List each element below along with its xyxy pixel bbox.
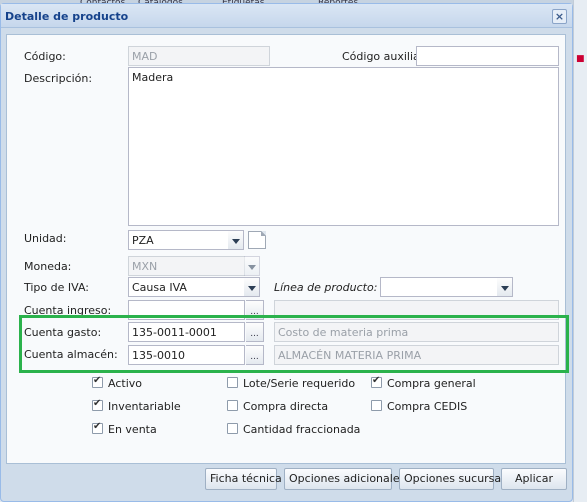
linea-producto-select[interactable] <box>380 277 498 297</box>
codigo-field[interactable]: MAD <box>128 46 270 66</box>
unidad-dropdown-arrow-icon[interactable] <box>228 230 244 250</box>
unidad-select[interactable]: PZA <box>128 230 229 250</box>
compra-cedis-checkbox[interactable] <box>371 400 382 411</box>
unidad-label: Unidad: <box>24 232 67 245</box>
background-right-panel: ■ <box>573 0 587 502</box>
cuenta-almacen-description: ALMACÉN MATERIA PRIMA <box>274 345 559 365</box>
background-marker: ■ <box>576 54 585 64</box>
moneda-select[interactable]: MXN <box>128 256 245 276</box>
cuenta-gasto-label: Cuenta gasto: <box>24 326 102 339</box>
lote-serie-label: Lote/Serie requerido <box>243 377 356 390</box>
dialog-titlebar[interactable]: Detalle de producto × <box>1 4 572 28</box>
inventariable-label: Inventariable <box>108 400 181 413</box>
compra-cedis-label: Compra CEDIS <box>387 400 468 413</box>
en-venta-checkbox[interactable] <box>92 421 103 434</box>
opciones-adicionales-button[interactable]: Opciones adicionales <box>284 468 405 490</box>
compra-directa-label: Compra directa <box>243 400 329 413</box>
descripcion-label: Descripción: <box>24 72 93 85</box>
moneda-label: Moneda: <box>24 260 72 273</box>
moneda-dropdown-arrow-icon[interactable] <box>244 256 260 276</box>
codigo-auxiliar-label: Código auxiliar: <box>342 50 428 63</box>
lote-serie-checkbox[interactable] <box>227 377 238 388</box>
codigo-label: Código: <box>24 50 66 63</box>
linea-producto-label: Línea de producto: <box>274 281 378 294</box>
cuenta-almacen-label: Cuenta almacén: <box>24 348 118 361</box>
cantidad-fraccionada-label: Cantidad fraccionada <box>243 423 361 436</box>
cuenta-almacen-lookup-button[interactable]: ... <box>246 345 264 365</box>
compra-general-label: Compra general <box>387 377 476 390</box>
unidad-detail-page-icon[interactable] <box>248 231 266 249</box>
compra-directa-checkbox[interactable] <box>227 400 238 411</box>
cuenta-ingreso-label: Cuenta ingreso: <box>24 304 112 317</box>
opciones-sucursal-button[interactable]: Opciones sucursal <box>399 468 504 490</box>
inventariable-checkbox[interactable] <box>92 398 103 411</box>
aplicar-button[interactable]: Aplicar <box>501 468 567 490</box>
activo-checkbox[interactable] <box>92 375 103 388</box>
descripcion-textarea[interactable]: Madera <box>128 67 559 226</box>
tipo-iva-dropdown-arrow-icon[interactable] <box>244 277 260 297</box>
cuenta-ingreso-field[interactable] <box>128 300 245 320</box>
cuenta-almacen-field[interactable]: 135-0010 <box>128 345 245 365</box>
cuenta-ingreso-lookup-button[interactable]: ... <box>246 300 264 320</box>
compra-general-checkbox[interactable] <box>371 375 382 388</box>
tipo-iva-select[interactable]: Causa IVA <box>128 277 245 297</box>
close-icon[interactable]: × <box>552 9 567 24</box>
cuenta-gasto-lookup-button[interactable]: ... <box>246 322 264 342</box>
linea-producto-dropdown-arrow-icon[interactable] <box>497 277 513 297</box>
tipo-iva-label: Tipo de IVA: <box>24 281 89 294</box>
cuenta-ingreso-description <box>274 300 559 320</box>
en-venta-label: En venta <box>108 423 157 436</box>
cuenta-gasto-field[interactable]: 135-0011-0001 <box>128 322 245 342</box>
ficha-tecnica-button[interactable]: Ficha técnica <box>205 468 282 490</box>
activo-label: Activo <box>108 377 142 390</box>
cantidad-fraccionada-checkbox[interactable] <box>227 423 238 434</box>
dialog-title: Detalle de producto <box>5 10 129 23</box>
codigo-auxiliar-field[interactable] <box>416 46 559 66</box>
cuenta-gasto-description: Costo de materia prima <box>274 322 559 342</box>
